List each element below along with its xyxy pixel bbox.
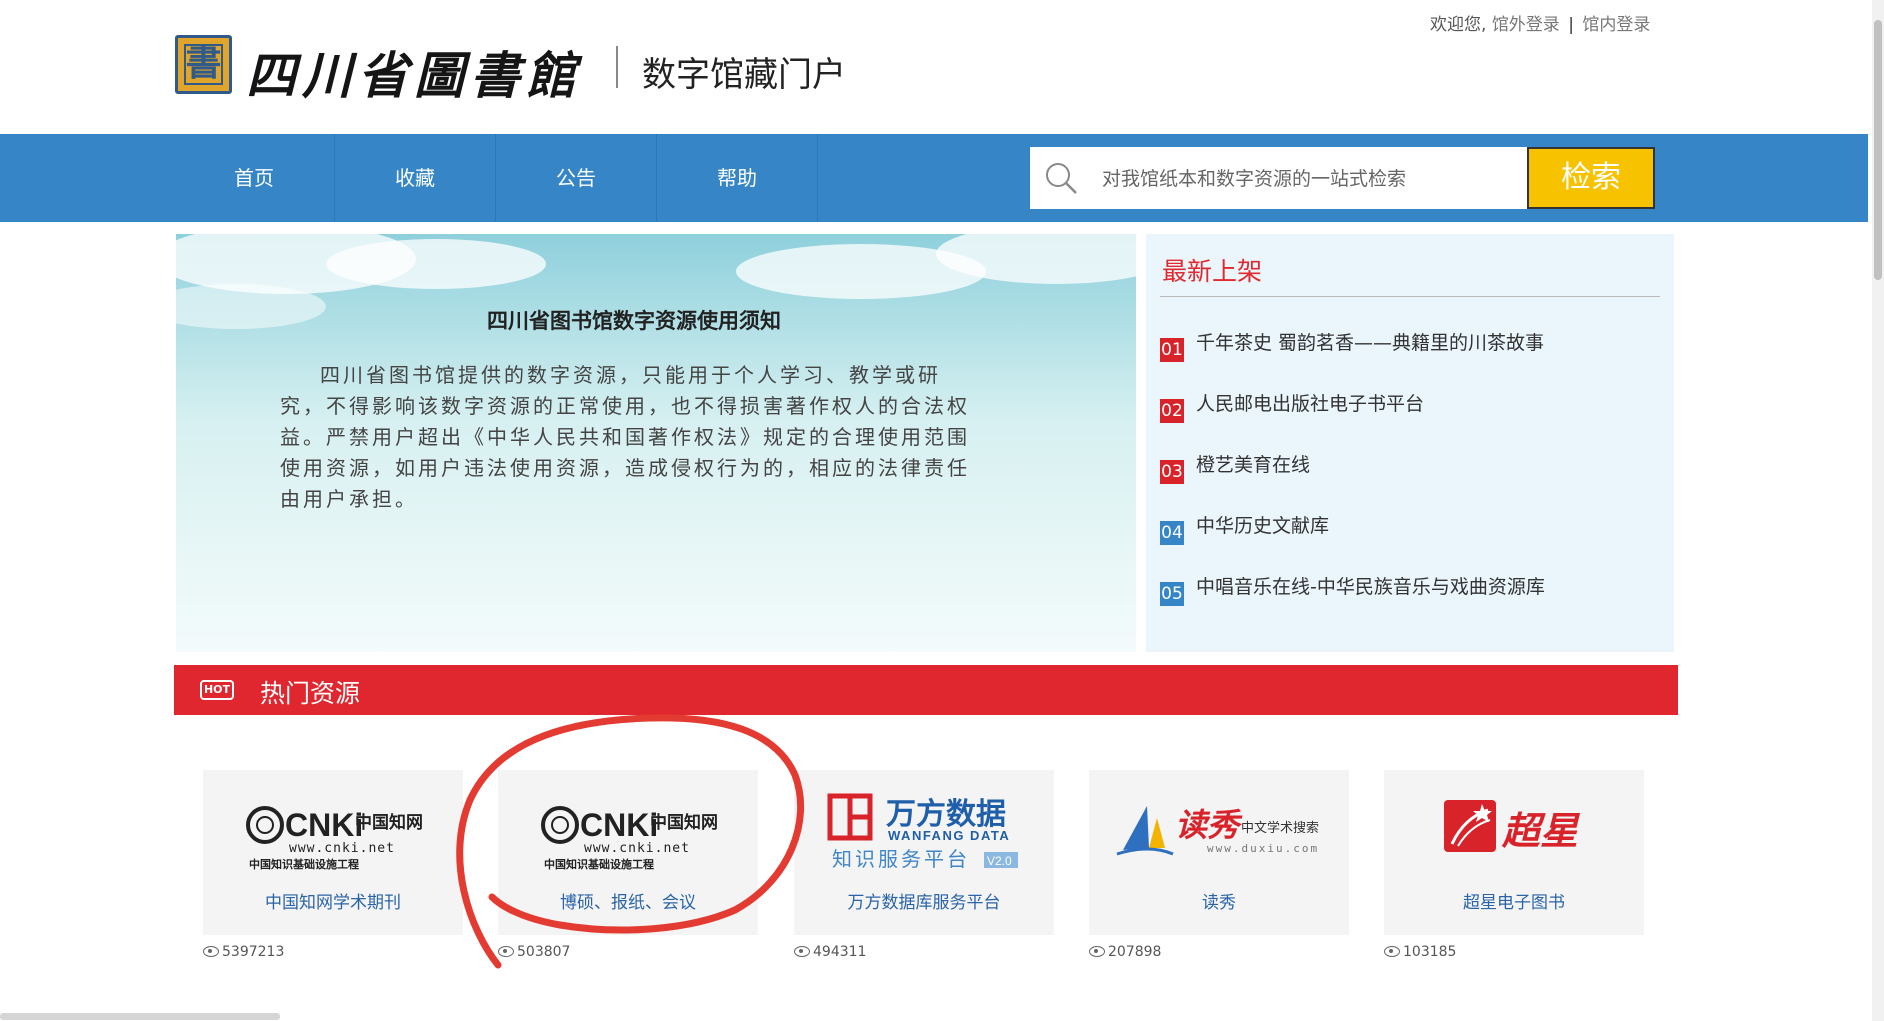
- search-icon: [1046, 163, 1077, 194]
- search-button[interactable]: 检索: [1527, 147, 1655, 209]
- hot-resources-bar: [174, 665, 1678, 715]
- internal-login-link[interactable]: 馆内登录: [1582, 15, 1650, 35]
- search-input[interactable]: [1100, 150, 1524, 208]
- scrollbar-thumb[interactable]: [1874, 20, 1882, 280]
- resource-card-cnki-theses[interactable]: CNKi 中国知网 www.cnki.net 中国知识基础设施工程 博硕、报纸、…: [498, 770, 758, 935]
- resource-card-duxiu[interactable]: 读秀 中文学术搜索 www.duxiu.com 读秀: [1089, 770, 1349, 935]
- wanfang-logo-icon: 万方数据 WANFANG DATA 知识服务平台 V2.0: [827, 793, 1018, 871]
- login-links: 欢迎您, 馆外登录 | 馆内登录: [1430, 10, 1650, 35]
- notice-title: 四川省图书馆数字资源使用须知: [487, 309, 781, 333]
- view-count: 503807: [498, 944, 570, 960]
- cnki-logo-sub: 中国知识基础设施工程: [544, 857, 654, 871]
- duxiu-logo-main: 读秀: [1175, 806, 1243, 844]
- cnki-logo-main: CNKi: [580, 807, 658, 843]
- latest-item-label: 橙艺美育在线: [1196, 454, 1311, 476]
- login-separator: |: [1568, 15, 1574, 35]
- latest-item-number: 04: [1160, 520, 1184, 545]
- cnki-logo-url: www.cnki.net: [289, 841, 395, 856]
- latest-title: 最新上架: [1162, 257, 1263, 286]
- resource-name: 超星电子图书: [1463, 893, 1565, 913]
- resource-card-wanfang[interactable]: 万方数据 WANFANG DATA 知识服务平台 V2.0 万方数据库服务平台: [794, 770, 1054, 935]
- wanfang-logo-en: WANFANG DATA: [888, 828, 1010, 843]
- latest-item-label: 中唱音乐在线-中华民族音乐与戏曲资源库: [1196, 576, 1545, 598]
- resource-name: 万方数据库服务平台: [847, 893, 1001, 913]
- resource-card-cnki-journals[interactable]: CNKi 中国知网 www.cnki.net 中国知识基础设施工程 中国知网学术…: [203, 770, 463, 935]
- latest-item-label: 中华历史文献库: [1196, 515, 1330, 537]
- eye-icon: [203, 945, 219, 957]
- hot-resources-title: 热门资源: [260, 679, 361, 708]
- view-count-value: 5397213: [222, 944, 285, 960]
- resource-name: 中国知网学术期刊: [265, 893, 401, 913]
- latest-item[interactable]: 03 橙艺美育在线: [1160, 450, 1311, 484]
- nav-home[interactable]: 首页: [174, 134, 334, 222]
- notice-body: 四川省图书馆提供的数字资源，只能用于个人学习、教学或研究，不得影响该数字资源的正…: [280, 363, 970, 511]
- cnki-logo-icon: CNKi 中国知网 www.cnki.net 中国知识基础设施工程: [541, 806, 718, 871]
- cnki-logo-url: www.cnki.net: [584, 841, 690, 856]
- latest-item[interactable]: 05 中唱音乐在线-中华民族音乐与戏曲资源库: [1160, 572, 1545, 606]
- latest-divider: [1160, 296, 1660, 297]
- cnki-logo-cn: 中国知网: [355, 812, 423, 833]
- cnki-logo-main: CNKi: [285, 807, 363, 843]
- duxiu-logo-sub: 中文学术搜索: [1241, 820, 1319, 836]
- latest-item-number: 03: [1160, 459, 1184, 484]
- wanfang-logo-version: V2.0: [987, 854, 1012, 868]
- nav-collection[interactable]: 收藏: [335, 134, 495, 222]
- view-count-value: 207898: [1108, 944, 1162, 960]
- view-count-value: 503807: [517, 944, 571, 960]
- library-seal-logo[interactable]: 書: [175, 35, 232, 94]
- nav-announcements[interactable]: 公告: [496, 134, 656, 222]
- latest-item[interactable]: 02 人民邮电出版社电子书平台: [1160, 389, 1425, 423]
- portal-title: 数字馆藏门户: [642, 55, 846, 95]
- latest-item-number: 05: [1160, 581, 1184, 606]
- latest-item-label: 千年茶史 蜀韵茗香——典籍里的川茶故事: [1196, 332, 1545, 354]
- seal-glyph: 書: [185, 42, 222, 84]
- latest-item-label: 人民邮电出版社电子书平台: [1196, 393, 1425, 415]
- library-name-logo[interactable]: 四川省圖書館: [246, 36, 582, 108]
- chaoxing-logo-icon: 超星: [1444, 800, 1581, 853]
- logo-divider: [616, 46, 618, 88]
- wanfang-logo-sub: 知识服务平台: [832, 847, 970, 871]
- view-count: 103185: [1384, 944, 1456, 960]
- resource-name: 读秀: [1202, 893, 1236, 913]
- view-count: 5397213: [203, 944, 284, 960]
- view-count: 207898: [1089, 944, 1161, 960]
- duxiu-logo-icon: 读秀 中文学术搜索 www.duxiu.com: [1116, 806, 1319, 856]
- view-count-value: 103185: [1403, 944, 1457, 960]
- resource-card-chaoxing[interactable]: 超星 超星电子图书: [1384, 770, 1644, 935]
- eye-icon: [1384, 945, 1400, 957]
- chaoxing-logo-main: 超星: [1501, 808, 1581, 853]
- welcome-text: 欢迎您,: [1430, 15, 1487, 35]
- eye-icon: [794, 945, 810, 957]
- latest-item[interactable]: 04 中华历史文献库: [1160, 511, 1330, 545]
- cloud-decoration: [326, 239, 546, 289]
- view-count-value: 494311: [813, 944, 867, 960]
- eye-icon: [1089, 945, 1105, 957]
- wanfang-logo-main: 万方数据: [886, 797, 1006, 832]
- nav-help[interactable]: 帮助: [657, 134, 817, 222]
- view-count: 494311: [794, 944, 866, 960]
- external-login-link[interactable]: 馆外登录: [1492, 15, 1560, 35]
- cnki-logo-sub: 中国知识基础设施工程: [249, 857, 359, 871]
- latest-item-number: 01: [1160, 337, 1184, 362]
- hot-badge-icon: HOT: [200, 680, 234, 700]
- cnki-logo-icon: CNKi 中国知网 www.cnki.net 中国知识基础设施工程: [246, 806, 423, 871]
- latest-item[interactable]: 01 千年茶史 蜀韵茗香——典籍里的川茶故事: [1160, 328, 1545, 362]
- resource-name: 博硕、报纸、会议: [560, 893, 696, 913]
- duxiu-logo-url: www.duxiu.com: [1207, 842, 1319, 855]
- latest-item-number: 02: [1160, 398, 1184, 423]
- horizontal-scrollbar-thumb[interactable]: [0, 1013, 280, 1020]
- cnki-logo-cn: 中国知网: [650, 812, 718, 833]
- nav-divider: [817, 134, 818, 222]
- eye-icon: [498, 945, 514, 957]
